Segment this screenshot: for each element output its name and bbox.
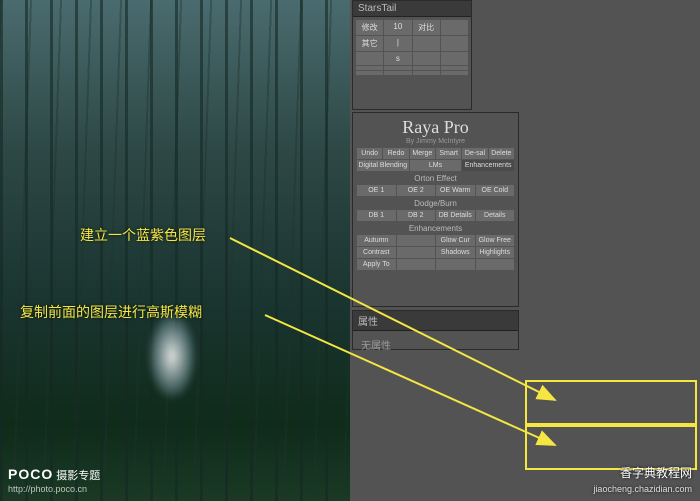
raya-r3-button[interactable]: DB Details bbox=[436, 210, 475, 221]
raya-pro-panel: Raya Pro By Jimmy McIntyre UndoRedoMerge… bbox=[352, 112, 519, 307]
raya-r2-button[interactable]: OE Warm bbox=[436, 185, 475, 196]
starstail-button[interactable] bbox=[441, 20, 468, 35]
raya-tabs-button[interactable]: Digital Blending bbox=[357, 160, 409, 171]
raya-r2-button[interactable]: OE 2 bbox=[397, 185, 436, 196]
highlight-cold-layer bbox=[525, 380, 697, 425]
starstail-button[interactable]: | bbox=[384, 36, 411, 51]
raya-tabs-button[interactable]: Enhancements bbox=[462, 160, 514, 171]
raya-r6-button[interactable] bbox=[476, 259, 515, 270]
starstail-button[interactable] bbox=[413, 71, 440, 75]
starstail-panel: StarsTail 修改10对比其它|s bbox=[352, 0, 472, 110]
raya-byline: By Jimmy McIntyre bbox=[353, 138, 518, 145]
starstail-button[interactable] bbox=[413, 52, 440, 65]
annotation-2: 复制前面的图层进行高斯模糊 bbox=[20, 302, 202, 322]
starstail-button[interactable] bbox=[441, 66, 468, 70]
raya-r4-button[interactable]: Glow Free bbox=[476, 235, 515, 246]
starstail-button[interactable] bbox=[356, 71, 383, 75]
raya-r5-button[interactable]: Shadows bbox=[436, 247, 475, 258]
properties-body: 无属性 bbox=[353, 331, 518, 358]
raya-title: Raya Pro bbox=[353, 113, 518, 138]
raya-r6-button[interactable] bbox=[397, 259, 436, 270]
raya-r6-button[interactable]: Apply To bbox=[357, 259, 396, 270]
starstail-button[interactable] bbox=[413, 66, 440, 70]
starstail-button[interactable] bbox=[356, 66, 383, 70]
raya-r2-button[interactable]: OE 1 bbox=[357, 185, 396, 196]
starstail-button[interactable] bbox=[441, 36, 468, 51]
starstail-button[interactable]: 其它 bbox=[356, 36, 383, 51]
raya-r3-button[interactable]: DB 1 bbox=[357, 210, 396, 221]
raya-r3-button[interactable]: DB 2 bbox=[397, 210, 436, 221]
starstail-button[interactable]: 修改 bbox=[356, 20, 383, 35]
raya-r1-button[interactable]: Merge bbox=[410, 148, 435, 159]
poco-watermark: POCO 摄影专题 http://photo.poco.cn bbox=[8, 466, 100, 495]
starstail-title: StarsTail bbox=[353, 1, 471, 17]
raya-r1-button[interactable]: Smart bbox=[436, 148, 461, 159]
annotation-1: 建立一个蓝紫色图层 bbox=[80, 225, 206, 245]
raya-r1-button[interactable]: Undo bbox=[357, 148, 382, 159]
preview-image: 建立一个蓝紫色图层 复制前面的图层进行高斯模糊 POCO 摄影专题 http:/… bbox=[0, 0, 350, 501]
starstail-button[interactable] bbox=[356, 52, 383, 65]
starstail-button[interactable]: s bbox=[384, 52, 411, 65]
raya-r1-button[interactable]: Delete bbox=[489, 148, 514, 159]
starstail-button[interactable]: 10 bbox=[384, 20, 411, 35]
starstail-button[interactable] bbox=[384, 71, 411, 75]
properties-title: 属性 bbox=[353, 311, 518, 331]
raya-r5-button[interactable]: Highlights bbox=[476, 247, 515, 258]
raya-r5-button[interactable]: Contrast bbox=[357, 247, 396, 258]
raya-r5-button[interactable] bbox=[397, 247, 436, 258]
raya-r4-button[interactable]: Autumn bbox=[357, 235, 396, 246]
raya-tabs-button[interactable]: LMs bbox=[410, 160, 462, 171]
raya-r4-button[interactable]: Glow Cur bbox=[436, 235, 475, 246]
starstail-button[interactable]: 对比 bbox=[413, 20, 440, 35]
raya-r1-button[interactable]: De-sal bbox=[462, 148, 487, 159]
raya-r4-button[interactable] bbox=[397, 235, 436, 246]
raya-r1-button[interactable]: Redo bbox=[383, 148, 408, 159]
raya-r6-button[interactable] bbox=[436, 259, 475, 270]
properties-panel: 属性 无属性 bbox=[352, 310, 519, 350]
raya-r3-button[interactable]: Details bbox=[476, 210, 515, 221]
starstail-button[interactable] bbox=[384, 66, 411, 70]
starstail-grid: 修改10对比其它|s bbox=[353, 17, 471, 78]
starstail-button[interactable] bbox=[413, 36, 440, 51]
starstail-button[interactable] bbox=[441, 52, 468, 65]
raya-r2-button[interactable]: OE Cold bbox=[476, 185, 515, 196]
site-watermark: 香字典教程网jiaocheng.chazidian.com bbox=[593, 464, 692, 495]
starstail-button[interactable] bbox=[441, 71, 468, 75]
